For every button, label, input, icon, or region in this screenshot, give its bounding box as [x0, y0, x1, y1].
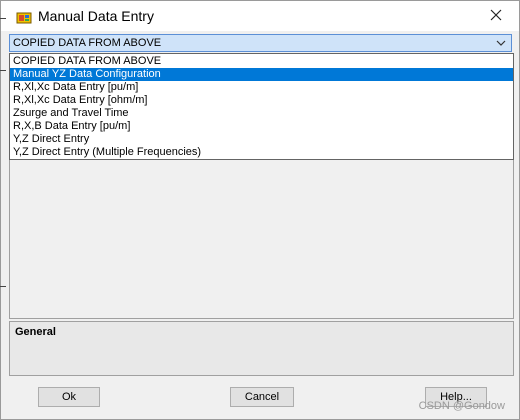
chevron-down-icon[interactable] [496, 38, 506, 48]
left-edge-mark [0, 18, 6, 19]
dropdown-item-zsurge[interactable]: Zsurge and Travel Time [10, 107, 513, 120]
general-panel: General [9, 321, 514, 376]
combo-selected-value: COPIED DATA FROM ABOVE [13, 37, 162, 49]
watermark: CSDN @Gondow [418, 400, 505, 412]
dropdown-item-yz-direct[interactable]: Y,Z Direct Entry [10, 133, 513, 146]
window-title: Manual Data Entry [38, 8, 154, 24]
dropdown-item-rxlxc-ohm[interactable]: R,Xl,Xc Data Entry [ohm/m] [10, 94, 513, 107]
manual-data-entry-dialog: Manual Data Entry COPIED DATA FROM ABOVE… [0, 0, 520, 420]
dropdown-item-rxb-pu[interactable]: R,X,B Data Entry [pu/m] [10, 120, 513, 133]
close-icon [490, 9, 502, 24]
data-entry-type-dropdown: COPIED DATA FROM ABOVE Manual YZ Data Co… [9, 53, 514, 160]
dropdown-item-rxlxc-pu[interactable]: R,Xl,Xc Data Entry [pu/m] [10, 81, 513, 94]
dropdown-item-copied-data[interactable]: COPIED DATA FROM ABOVE [10, 55, 513, 68]
close-button[interactable] [473, 1, 519, 31]
general-title: General [15, 326, 56, 338]
cancel-button[interactable]: Cancel [230, 387, 294, 407]
left-edge-mark [0, 70, 6, 71]
dropdown-item-manual-yz[interactable]: Manual YZ Data Configuration [10, 68, 513, 81]
dropdown-item-yz-multi-freq[interactable]: Y,Z Direct Entry (Multiple Frequencies) [10, 146, 513, 159]
left-edge-mark [0, 286, 6, 287]
ok-button[interactable]: Ok [38, 387, 100, 407]
app-icon [16, 9, 32, 25]
data-entry-type-combo[interactable]: COPIED DATA FROM ABOVE [9, 34, 512, 52]
title-bar: Manual Data Entry [1, 1, 519, 31]
